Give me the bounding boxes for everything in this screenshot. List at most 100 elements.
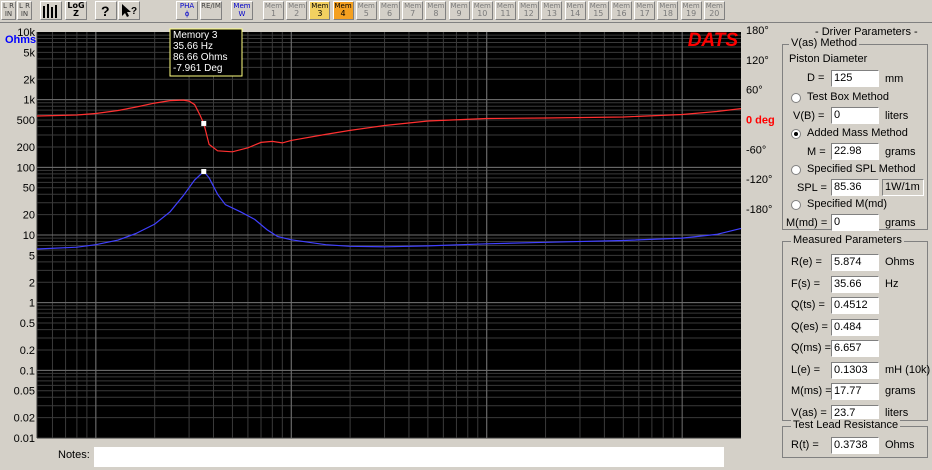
vas-method-label: V(as) Method <box>789 37 860 49</box>
measured-label: F(s) = <box>791 277 821 290</box>
measured-value-field[interactable]: 17.77 <box>831 383 879 400</box>
mem-write-button[interactable]: Mem W <box>231 1 253 20</box>
y-tick-label: 0.02 <box>14 413 35 425</box>
memory-button-number: 6 <box>386 9 393 18</box>
svg-text:?: ? <box>131 6 137 17</box>
measured-label: V(as) = <box>791 406 827 419</box>
memory-6-button[interactable]: Mem 6 <box>379 1 400 20</box>
measured-label: M(ms) = <box>791 385 832 397</box>
measured-value-field[interactable]: 35.66 <box>831 275 879 293</box>
measured-parameters-title: Measured Parameters <box>791 234 904 246</box>
measured-value-field[interactable]: 5.874 <box>831 254 879 271</box>
radio-test-box[interactable] <box>791 93 801 103</box>
memory-button-number: 5 <box>363 9 369 18</box>
cursor-title: Memory 3 <box>173 30 218 41</box>
memory-button-number: 3 <box>317 9 323 18</box>
phase-tick-label: 60° <box>746 85 763 97</box>
measured-label: Q(ms) = <box>791 342 832 354</box>
memory-19-button[interactable]: Mem 19 <box>680 1 702 20</box>
d-unit: mm <box>885 73 904 85</box>
memory-9-button[interactable]: Mem 9 <box>448 1 470 20</box>
memory-7-button[interactable]: Mem 7 <box>402 1 424 20</box>
left-in-button[interactable]: L R IN <box>1 1 16 20</box>
rt-unit: Ohms <box>885 439 915 451</box>
log-z-button[interactable]: LoG Z <box>65 1 87 20</box>
m-field[interactable]: 22.98 <box>831 143 879 160</box>
phase-button[interactable]: PHA ϕ <box>176 1 198 20</box>
svg-text:?: ? <box>101 3 110 19</box>
mmd-unit: grams <box>885 217 916 229</box>
radio-added-mass[interactable] <box>791 129 801 139</box>
phase-tick-label: 0 deg <box>746 115 775 127</box>
y-tick-label: 100 <box>17 162 35 174</box>
pointer-help-icon: ? <box>122 4 137 17</box>
y-unit-label: Ohms <box>5 34 36 46</box>
spl-field[interactable]: 85.36 <box>831 179 879 196</box>
memory-17-button[interactable]: Mem 17 <box>634 1 656 20</box>
memory-2-button[interactable]: Mem 2 <box>286 1 308 20</box>
memory-5-button[interactable]: Mem 5 <box>355 1 377 20</box>
memory-button-number: 10 <box>477 9 488 18</box>
y-tick-label: 50 <box>23 183 35 195</box>
memory-button-number: 16 <box>616 9 627 18</box>
memory-button-number: 8 <box>433 9 439 18</box>
memory-12-button[interactable]: Mem 12 <box>518 1 540 20</box>
cursor-deg: -7.961 Deg <box>173 63 222 74</box>
right-in-button[interactable]: L R IN <box>17 1 32 20</box>
context-help-button[interactable]: ? <box>118 1 140 20</box>
memory-button-number: 12 <box>523 9 534 18</box>
bars-view-button[interactable] <box>40 1 62 20</box>
d-field[interactable]: 125 <box>831 70 879 87</box>
memory-13-button[interactable]: Mem 13 <box>541 1 563 20</box>
notes-bar: Notes: <box>0 444 780 470</box>
memory-16-button[interactable]: Mem 16 <box>611 1 632 20</box>
cursor-ohms: 86.66 Ohms <box>173 52 227 63</box>
memory-10-button[interactable]: Mem 10 <box>471 1 493 20</box>
measured-value-field[interactable]: 0.4512 <box>831 297 879 314</box>
y-tick-label: 1 <box>29 298 35 310</box>
y-tick-label: 2k <box>23 74 35 86</box>
y-tick-label: 0.2 <box>20 345 35 357</box>
test-box-label: Test Box Method <box>807 91 889 103</box>
memory-button-number: 7 <box>410 9 416 18</box>
y-tick-label: 20 <box>23 210 35 222</box>
memory-14-button[interactable]: Mem 14 <box>564 1 586 20</box>
measured-value-field[interactable]: 6.657 <box>831 340 879 357</box>
memory-button-number: 4 <box>340 9 346 18</box>
specified-spl-label: Specified SPL Method <box>807 163 916 175</box>
measured-unit: grams <box>885 385 916 397</box>
mmd-field[interactable]: 0 <box>831 214 879 231</box>
measured-label: Q(es) = <box>791 320 828 333</box>
driver-parameters-panel: - Driver Parameters - V(as) Method Pisto… <box>780 22 932 470</box>
measured-unit: Hz <box>885 277 899 290</box>
y-tick-label: 2 <box>29 277 35 289</box>
phase-cursor-marker[interactable] <box>201 120 207 126</box>
help-icon: ? <box>101 3 110 19</box>
measured-value-field[interactable]: 0.484 <box>831 318 879 336</box>
radio-specified-spl[interactable] <box>791 165 801 175</box>
vb-field[interactable]: 0 <box>831 107 879 124</box>
measured-value-field[interactable]: 0.1303 <box>831 361 879 379</box>
memory-8-button[interactable]: Mem 8 <box>425 1 447 20</box>
memory-3-button[interactable]: Mem 3 <box>309 1 331 20</box>
y-tick-label: 1k <box>23 95 35 107</box>
help-button[interactable]: ? <box>95 1 117 20</box>
y-tick-label: 5 <box>29 250 35 262</box>
impedance-cursor-marker[interactable] <box>201 169 207 175</box>
phase-tick-label: 120° <box>746 55 769 67</box>
memory-4-button[interactable]: Mem 4 <box>332 1 354 20</box>
radio-specified-mmd[interactable] <box>791 200 801 210</box>
memory-11-button[interactable]: Mem 11 <box>495 1 516 20</box>
notes-field[interactable] <box>94 447 724 467</box>
re-im-button[interactable]: RE/IM <box>200 1 222 20</box>
memory-15-button[interactable]: Mem 15 <box>587 1 609 20</box>
memory-18-button[interactable]: Mem 18 <box>657 1 679 20</box>
y-tick-label: 0.1 <box>20 365 35 377</box>
vb-label: V(B) = <box>793 110 825 122</box>
memory-button-number: 19 <box>686 9 697 18</box>
memory-button-number: 11 <box>500 9 511 18</box>
memory-20-button[interactable]: Mem 20 <box>703 1 725 20</box>
rt-field[interactable]: 0.3738 <box>831 437 879 454</box>
memory-1-button[interactable]: Mem 1 <box>263 1 284 20</box>
d-label: D = <box>807 72 825 84</box>
